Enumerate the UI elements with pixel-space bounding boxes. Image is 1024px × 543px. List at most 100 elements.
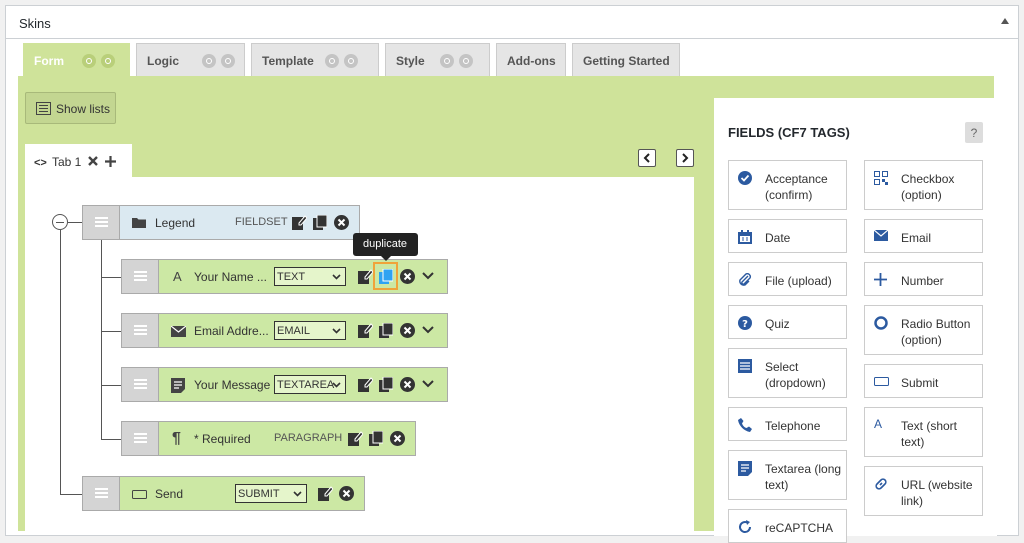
- chevron-down-icon: [332, 382, 341, 388]
- radio-icon: [874, 316, 888, 330]
- field-checkbox[interactable]: Checkbox (option): [864, 160, 983, 210]
- delete-icon[interactable]: [339, 486, 354, 501]
- fields-panel: FIELDS (CF7 TAGS) ? Acceptance (confirm)…: [714, 98, 997, 543]
- row-label[interactable]: Your Name ...: [194, 270, 267, 284]
- row-label[interactable]: Legend: [155, 216, 195, 230]
- code-icon[interactable]: <>: [34, 157, 47, 169]
- list-icon: [36, 102, 51, 115]
- expand-chevron-icon[interactable]: [422, 380, 434, 388]
- delete-icon[interactable]: [390, 431, 405, 446]
- envelope-icon: [874, 230, 888, 241]
- tab-logic[interactable]: Logic: [136, 43, 245, 76]
- edit-icon[interactable]: [348, 431, 363, 446]
- delete-icon[interactable]: [400, 377, 415, 392]
- row-type: FIELDSET: [235, 216, 288, 228]
- row-label[interactable]: Send: [155, 487, 183, 501]
- type-select[interactable]: EMAIL: [274, 321, 346, 340]
- duplicate-icon[interactable]: [379, 323, 393, 338]
- field-telephone[interactable]: Telephone: [728, 407, 847, 441]
- help-button[interactable]: ?: [965, 122, 983, 143]
- field-quiz[interactable]: ? Quiz: [728, 305, 847, 339]
- tab-template[interactable]: Template: [251, 43, 379, 76]
- field-label: Number: [901, 274, 944, 288]
- form-tab-label[interactable]: Tab 1: [52, 155, 81, 169]
- field-url[interactable]: URL (website link): [864, 466, 983, 516]
- scroll-right-button[interactable]: [676, 149, 694, 167]
- bulb-icon: [325, 53, 340, 68]
- info-icon: [344, 53, 359, 68]
- collapse-tree-icon[interactable]: [52, 214, 68, 230]
- row-type: PARAGRAPH: [274, 432, 343, 444]
- field-number[interactable]: Number: [864, 262, 983, 296]
- link-icon: [874, 477, 888, 491]
- field-date[interactable]: Date: [728, 219, 847, 253]
- tree-line: [101, 331, 121, 332]
- duplicate-icon[interactable]: [379, 377, 393, 392]
- svg-text:?: ?: [742, 319, 748, 330]
- duplicate-icon[interactable]: [313, 215, 327, 230]
- chevron-down-icon: [332, 274, 341, 280]
- select-value: EMAIL: [277, 325, 311, 337]
- row-label[interactable]: * Required: [194, 432, 251, 446]
- chevron-down-icon: [332, 328, 341, 334]
- tab-getting-started[interactable]: Getting Started: [572, 43, 680, 76]
- tab-label: Template: [262, 54, 314, 68]
- field-textarea[interactable]: Textarea (long text): [728, 450, 847, 500]
- check-circle-icon: [738, 171, 752, 185]
- type-select[interactable]: SUBMIT: [235, 484, 307, 503]
- edit-icon[interactable]: [318, 486, 333, 501]
- field-label: Date: [765, 231, 791, 245]
- button-icon: [874, 377, 889, 386]
- drag-handle-icon[interactable]: [122, 368, 159, 401]
- drag-handle-icon[interactable]: [122, 260, 159, 293]
- edit-icon[interactable]: [358, 377, 373, 392]
- field-acceptance[interactable]: Acceptance (confirm): [728, 160, 847, 210]
- form-tab-1[interactable]: <> Tab 1: [25, 144, 132, 177]
- field-label: Textarea (long text): [765, 462, 842, 492]
- field-file[interactable]: File (upload): [728, 262, 847, 296]
- form-row-email: Email Addre... EMAIL: [121, 313, 448, 348]
- add-tab-icon[interactable]: [105, 156, 116, 167]
- row-label[interactable]: Your Message: [194, 378, 270, 392]
- field-recaptcha[interactable]: reCAPTCHA: [728, 509, 847, 543]
- field-select[interactable]: Select (dropdown): [728, 348, 847, 398]
- tab-add-ons[interactable]: Add-ons: [496, 43, 566, 76]
- field-label: Checkbox (option): [901, 172, 955, 202]
- edit-icon[interactable]: [358, 269, 373, 284]
- edit-icon[interactable]: [358, 323, 373, 338]
- field-email[interactable]: Email: [864, 219, 983, 253]
- drag-handle-icon[interactable]: [122, 314, 159, 347]
- bulb-icon: [440, 53, 455, 68]
- bulb-icon: [202, 53, 217, 68]
- delete-icon[interactable]: [400, 323, 415, 338]
- phone-icon: [738, 418, 752, 432]
- bulb-icon: [82, 53, 97, 68]
- row-label[interactable]: Email Addre...: [194, 324, 269, 338]
- type-select[interactable]: TEXT: [274, 267, 346, 286]
- scroll-left-button[interactable]: [638, 149, 656, 167]
- drag-handle-icon[interactable]: [122, 422, 159, 455]
- delete-icon[interactable]: [334, 215, 349, 230]
- paperclip-icon: [738, 273, 752, 287]
- field-radio[interactable]: Radio Button (option): [864, 305, 983, 355]
- expand-chevron-icon[interactable]: [422, 326, 434, 334]
- edit-icon[interactable]: [292, 215, 307, 230]
- tree-line: [60, 230, 61, 495]
- tab-form[interactable]: Form: [23, 43, 130, 77]
- field-label: Text (short text): [901, 419, 958, 449]
- field-text[interactable]: A Text (short text): [864, 407, 983, 457]
- form-row-submit: Send SUBMIT: [82, 476, 365, 511]
- pilcrow-icon: ¶: [172, 430, 181, 447]
- delete-icon[interactable]: [400, 269, 415, 284]
- show-lists-button[interactable]: Show lists: [25, 92, 116, 124]
- drag-handle-icon[interactable]: [83, 477, 120, 510]
- tab-style[interactable]: Style: [385, 43, 490, 76]
- field-submit[interactable]: Submit: [864, 364, 983, 398]
- expand-chevron-icon[interactable]: [422, 272, 434, 280]
- drag-handle-icon[interactable]: [83, 206, 120, 239]
- collapse-toggle-icon[interactable]: [1001, 18, 1009, 24]
- type-select[interactable]: TEXTAREA: [274, 375, 346, 394]
- duplicate-tooltip: duplicate: [353, 233, 418, 261]
- close-tab-icon[interactable]: [88, 156, 98, 166]
- duplicate-icon[interactable]: [369, 431, 383, 446]
